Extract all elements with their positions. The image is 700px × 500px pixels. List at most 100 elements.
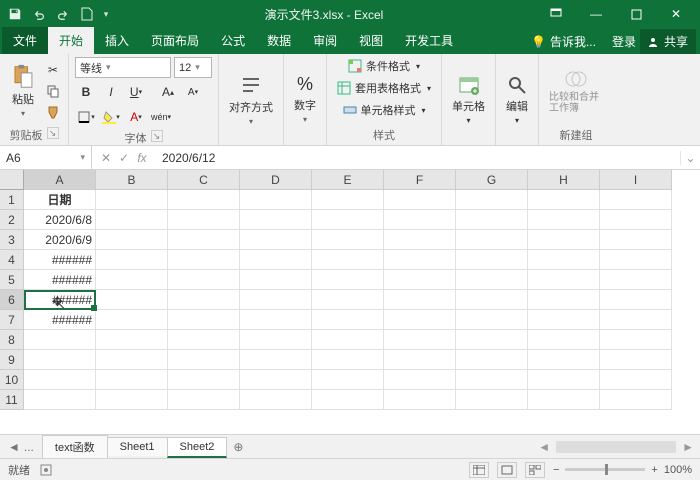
- table-format-button[interactable]: 套用表格格式▾: [333, 79, 435, 97]
- cell-H7[interactable]: [528, 310, 600, 330]
- row-header-6[interactable]: 6: [0, 290, 24, 310]
- italic-button[interactable]: I: [100, 81, 122, 103]
- col-header-I[interactable]: I: [600, 170, 672, 190]
- cell-E10[interactable]: [312, 370, 384, 390]
- cell-C5[interactable]: [168, 270, 240, 290]
- alignment-button[interactable]: 对齐方式 ▾: [225, 71, 277, 128]
- cell-I1[interactable]: [600, 190, 672, 210]
- cell-C4[interactable]: [168, 250, 240, 270]
- cell-F11[interactable]: [384, 390, 456, 410]
- cell-C8[interactable]: [168, 330, 240, 350]
- undo-icon[interactable]: [28, 3, 50, 25]
- cell-E5[interactable]: [312, 270, 384, 290]
- minimize-button[interactable]: —: [576, 0, 616, 28]
- cell-A5[interactable]: ######: [24, 270, 96, 290]
- cell-E1[interactable]: [312, 190, 384, 210]
- row-header-1[interactable]: 1: [0, 190, 24, 210]
- col-header-B[interactable]: B: [96, 170, 168, 190]
- number-format-button[interactable]: % 数字 ▾: [290, 72, 320, 126]
- cell-E8[interactable]: [312, 330, 384, 350]
- cell-G9[interactable]: [456, 350, 528, 370]
- tab-layout[interactable]: 页面布局: [140, 27, 210, 54]
- cell-B6[interactable]: [96, 290, 168, 310]
- cell-F9[interactable]: [384, 350, 456, 370]
- cell-I4[interactable]: [600, 250, 672, 270]
- cell-B7[interactable]: [96, 310, 168, 330]
- cell-F3[interactable]: [384, 230, 456, 250]
- cell-E11[interactable]: [312, 390, 384, 410]
- cell-D4[interactable]: [240, 250, 312, 270]
- font-color-button[interactable]: A▾: [125, 106, 147, 128]
- sheet-nav-more[interactable]: ...: [24, 440, 34, 454]
- cell-D3[interactable]: [240, 230, 312, 250]
- ribbon-options-icon[interactable]: [536, 0, 576, 28]
- cell-F2[interactable]: [384, 210, 456, 230]
- cells-button[interactable]: 单元格▾: [448, 72, 489, 127]
- view-layout-icon[interactable]: [497, 462, 517, 478]
- cell-H4[interactable]: [528, 250, 600, 270]
- new-file-icon[interactable]: [76, 3, 98, 25]
- cell-D11[interactable]: [240, 390, 312, 410]
- cell-B9[interactable]: [96, 350, 168, 370]
- cell-G7[interactable]: [456, 310, 528, 330]
- cell-F5[interactable]: [384, 270, 456, 290]
- zoom-out-icon[interactable]: −: [553, 464, 559, 476]
- maximize-button[interactable]: [616, 0, 656, 28]
- save-icon[interactable]: [4, 3, 26, 25]
- zoom-in-icon[interactable]: +: [651, 464, 657, 476]
- row-header-9[interactable]: 9: [0, 350, 24, 370]
- cell-B4[interactable]: [96, 250, 168, 270]
- cell-H1[interactable]: [528, 190, 600, 210]
- cell-G3[interactable]: [456, 230, 528, 250]
- decrease-font-icon[interactable]: A▾: [182, 81, 204, 103]
- horizontal-scrollbar[interactable]: ◄►: [250, 440, 700, 454]
- fill-color-button[interactable]: ▾: [100, 106, 122, 128]
- compare-merge-button[interactable]: 比较和合并工作簿: [545, 66, 607, 116]
- tab-review[interactable]: 审阅: [302, 27, 348, 54]
- cell-G8[interactable]: [456, 330, 528, 350]
- sheet-tab-sheet2[interactable]: Sheet2: [167, 437, 228, 458]
- cell-F4[interactable]: [384, 250, 456, 270]
- cell-C3[interactable]: [168, 230, 240, 250]
- cell-B2[interactable]: [96, 210, 168, 230]
- close-button[interactable]: ✕: [656, 0, 696, 28]
- redo-icon[interactable]: [52, 3, 74, 25]
- cell-A3[interactable]: 2020/6/9: [24, 230, 96, 250]
- cell-H8[interactable]: [528, 330, 600, 350]
- font-name-combo[interactable]: 等线▾: [75, 57, 171, 78]
- cell-I5[interactable]: [600, 270, 672, 290]
- cell-G5[interactable]: [456, 270, 528, 290]
- cell-E3[interactable]: [312, 230, 384, 250]
- cell-A7[interactable]: ######: [24, 310, 96, 330]
- cell-G11[interactable]: [456, 390, 528, 410]
- col-header-F[interactable]: F: [384, 170, 456, 190]
- cell-G6[interactable]: [456, 290, 528, 310]
- border-button[interactable]: ▾: [75, 106, 97, 128]
- cell-B11[interactable]: [96, 390, 168, 410]
- cell-C9[interactable]: [168, 350, 240, 370]
- cell-D10[interactable]: [240, 370, 312, 390]
- tab-developer[interactable]: 开发工具: [394, 27, 464, 54]
- cell-E4[interactable]: [312, 250, 384, 270]
- underline-button[interactable]: U▾: [125, 81, 147, 103]
- cell-H2[interactable]: [528, 210, 600, 230]
- sheet-nav-prev-icon[interactable]: ◄: [8, 440, 20, 454]
- worksheet-grid[interactable]: ABCDEFGHI1日期22020/6/832020/6/94######5##…: [0, 170, 700, 434]
- accept-formula-icon[interactable]: ✓: [116, 151, 132, 165]
- cell-B5[interactable]: [96, 270, 168, 290]
- format-painter-icon[interactable]: [44, 103, 62, 121]
- cell-C11[interactable]: [168, 390, 240, 410]
- cell-F7[interactable]: [384, 310, 456, 330]
- cell-A9[interactable]: [24, 350, 96, 370]
- cell-B1[interactable]: [96, 190, 168, 210]
- cell-I2[interactable]: [600, 210, 672, 230]
- cell-D2[interactable]: [240, 210, 312, 230]
- col-header-C[interactable]: C: [168, 170, 240, 190]
- cell-H3[interactable]: [528, 230, 600, 250]
- col-header-D[interactable]: D: [240, 170, 312, 190]
- row-header-5[interactable]: 5: [0, 270, 24, 290]
- font-size-combo[interactable]: 12▾: [174, 57, 212, 78]
- cell-F6[interactable]: [384, 290, 456, 310]
- cell-D7[interactable]: [240, 310, 312, 330]
- cell-H10[interactable]: [528, 370, 600, 390]
